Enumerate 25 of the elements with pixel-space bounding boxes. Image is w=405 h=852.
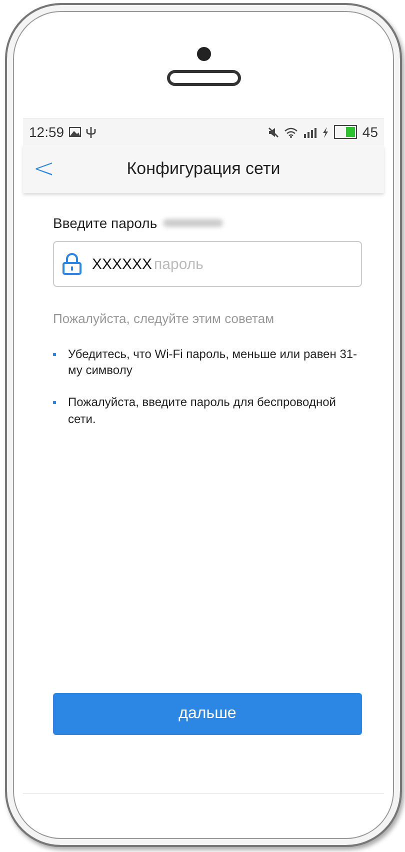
next-button[interactable]: дальше — [53, 693, 362, 735]
password-field[interactable]: XXXXXX пароль — [53, 241, 362, 287]
charging-icon — [322, 126, 330, 138]
bullet-icon — [53, 401, 56, 404]
blurred-network-name — [163, 219, 224, 227]
image-icon — [69, 127, 82, 137]
screen-title: Конфигурация сети — [126, 159, 280, 179]
signal-icon — [303, 126, 318, 138]
password-placeholder: пароль — [154, 256, 204, 272]
lock-icon — [62, 253, 82, 275]
bullet-icon — [53, 353, 56, 356]
tip-text: Убедитесь, что Wi-Fi пароль, меньше или равен 31-му символу — [68, 346, 358, 378]
speaker-icon — [166, 70, 240, 86]
battery-percent: 45 — [362, 124, 378, 140]
mute-icon — [268, 126, 280, 138]
battery-icon — [334, 125, 358, 139]
status-time: 12:59 — [29, 124, 64, 140]
back-button[interactable]: < — [23, 154, 65, 184]
tips-heading: Пожалуйста, следуйте этим советам — [53, 311, 276, 326]
wifi-icon — [284, 126, 298, 138]
usb-icon — [86, 126, 96, 138]
camera-icon — [196, 47, 210, 61]
password-label: Введите пароль — [53, 215, 158, 231]
password-value: XXXXXX — [92, 256, 152, 272]
tip-text: Пожалуйста, введите пароль для беспроводной сети. — [68, 394, 337, 427]
